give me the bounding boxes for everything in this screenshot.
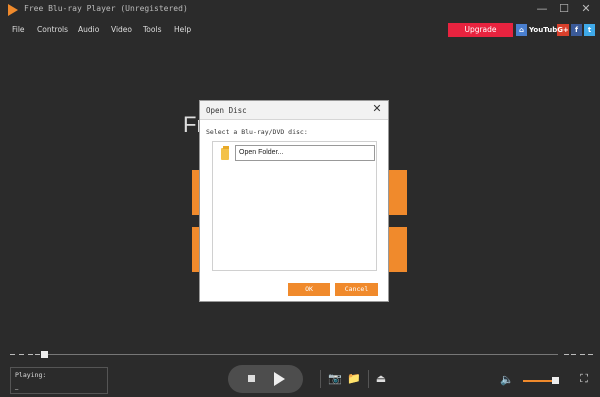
timeline-handle[interactable] <box>41 351 48 358</box>
volume-handle[interactable] <box>552 377 559 384</box>
dialog-close-icon[interactable]: ✕ <box>370 102 384 116</box>
home-icon[interactable]: ⌂ <box>516 24 527 36</box>
divider <box>320 370 321 388</box>
open-folder-icon[interactable]: 📁 <box>347 372 361 386</box>
timeline-dash <box>571 354 576 355</box>
timeline-dash <box>35 354 40 355</box>
dialog-prompt: Select a Blu-ray/DVD disc: <box>206 128 308 136</box>
twitter-icon[interactable]: t <box>584 24 595 36</box>
volume-icon[interactable]: 🔈 <box>500 373 514 387</box>
divider <box>368 370 369 388</box>
timeline-dash <box>10 354 15 355</box>
minimize-button[interactable]: — <box>534 2 550 16</box>
stop-button[interactable] <box>248 375 255 382</box>
timeline-dash <box>564 354 569 355</box>
menu-video[interactable]: Video <box>111 25 132 34</box>
app-logo-icon <box>8 4 18 16</box>
timeline-dash <box>19 354 24 355</box>
youtube-icon[interactable]: YouTube <box>529 24 562 36</box>
status-label: Playing: <box>15 371 47 379</box>
maximize-button[interactable]: ☐ <box>556 2 572 16</box>
ok-button[interactable]: OK <box>288 283 330 296</box>
folder-icon <box>221 146 229 160</box>
play-button[interactable] <box>274 372 285 386</box>
disc-list[interactable]: Open Folder... <box>212 141 377 271</box>
eject-icon[interactable]: ⏏ <box>374 372 388 386</box>
upgrade-button[interactable]: Upgrade <box>448 23 513 37</box>
list-item[interactable]: Open Folder... <box>235 145 375 161</box>
timeline-dash <box>588 354 593 355</box>
menu-help[interactable]: Help <box>174 25 191 34</box>
fullscreen-icon[interactable]: ⛶ <box>577 372 591 386</box>
menu-file[interactable]: File <box>12 25 25 34</box>
window-title: Free Blu-ray Player (Unregistered) <box>24 4 188 13</box>
timeline-dash <box>28 354 33 355</box>
menu-audio[interactable]: Audio <box>78 25 99 34</box>
list-item-label: Open Folder... <box>239 149 284 156</box>
dialog-title: Open Disc <box>206 106 247 115</box>
open-disc-dialog: Open Disc ✕ Select a Blu-ray/DVD disc: O… <box>199 100 389 302</box>
status-panel: Playing: _ <box>10 367 108 394</box>
menu-controls[interactable]: Controls <box>37 25 68 34</box>
facebook-icon[interactable]: f <box>571 24 582 36</box>
snapshot-camera-icon[interactable]: 📷 <box>328 372 342 386</box>
playback-controls <box>228 365 303 393</box>
close-button[interactable]: ✕ <box>578 2 594 16</box>
status-value: _ <box>15 382 19 390</box>
timeline-dash <box>580 354 585 355</box>
cancel-button[interactable]: Cancel <box>335 283 378 296</box>
timeline-track[interactable] <box>46 354 558 355</box>
google-plus-icon[interactable]: G+ <box>557 24 569 36</box>
menu-tools[interactable]: Tools <box>143 25 161 34</box>
